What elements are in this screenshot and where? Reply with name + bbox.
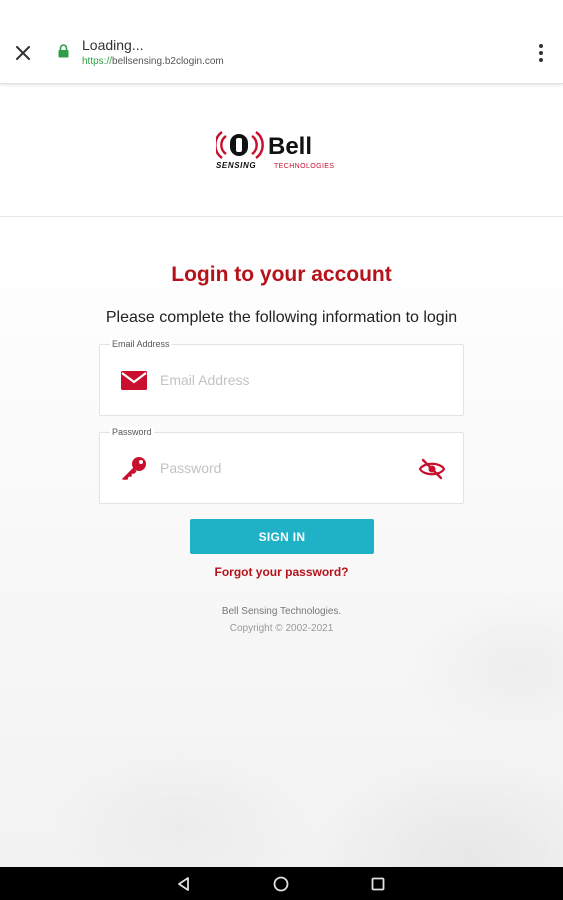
password-field[interactable]: Password [99,427,464,504]
email-input[interactable] [160,365,410,395]
home-circle-icon[interactable] [272,875,290,893]
eye-off-icon[interactable] [418,456,446,482]
back-triangle-icon[interactable] [175,875,193,893]
brand-tagline-light: TECHNOLOGIES [274,163,334,170]
sign-in-button[interactable]: SIGN IN [190,519,374,554]
email-field[interactable]: Email Address [99,339,464,416]
bell-logo: Bell SENSING TECHNOLOGIES [216,131,334,170]
page-loading-title: Loading... [82,37,144,53]
more-vertical-icon-dot [539,58,543,62]
system-nav-bar [0,867,563,900]
recents-square-icon[interactable] [369,875,387,893]
more-menu-button[interactable] [530,40,552,66]
email-field-label: Email Address [110,339,172,350]
envelope-icon [121,371,147,390]
login-subtitle: Please complete the following informatio… [105,309,458,326]
login-title: Login to your account [171,263,392,286]
close-icon [16,46,30,60]
url-scheme: https:// [82,56,113,67]
footer-company: Bell Sensing Technologies. [221,606,342,617]
key-icon [122,457,146,480]
close-button[interactable] [10,40,36,66]
page-url[interactable]: https://bellsensing.b2clogin.com [82,56,224,67]
lock-icon [58,44,69,58]
brand-name: Bell [268,133,312,160]
url-host: bellsensing.b2clogin.com [112,56,224,67]
more-vertical-icon [539,44,543,48]
password-field-label: Password [110,427,154,438]
footer-copyright: Copyright © 2002-2021 [229,623,334,634]
forgot-password-link[interactable]: Forgot your password? [0,565,563,579]
brand-tagline-bold: SENSING [216,161,256,170]
logo-header: Bell SENSING TECHNOLOGIES [0,84,563,217]
password-input[interactable] [160,453,410,483]
more-vertical-icon-dot [539,51,543,55]
browser-toolbar: Loading... https://bellsensing.b2clogin.… [0,0,563,84]
